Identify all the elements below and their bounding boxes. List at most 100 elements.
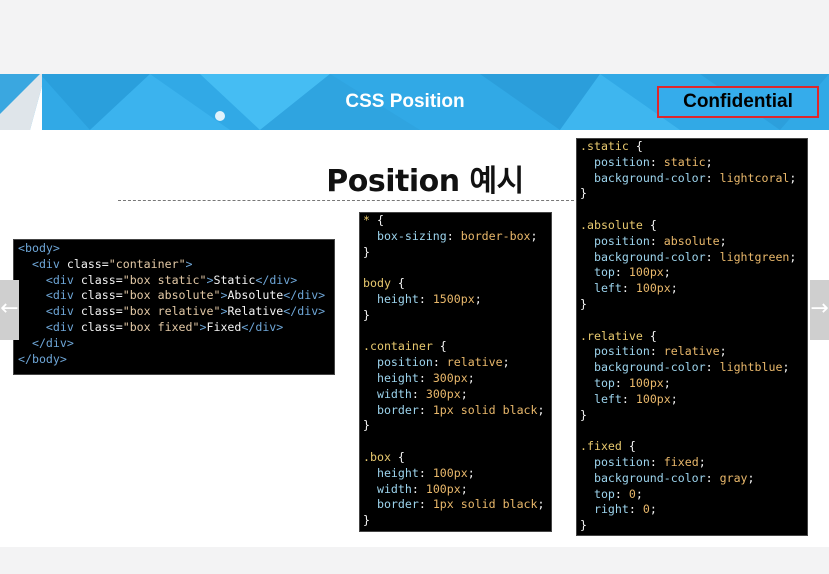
code-token: 1px solid black <box>432 497 538 512</box>
code-token: 100px <box>425 481 461 496</box>
code-token: { <box>439 339 447 354</box>
code-token: } <box>363 307 370 322</box>
code-token: } <box>580 518 587 533</box>
code-line: <body> <box>18 241 334 257</box>
code-line: </div> <box>18 336 334 352</box>
code-token: ; <box>782 360 790 375</box>
code-token: ; <box>705 154 713 169</box>
code-line: } <box>363 308 551 324</box>
code-line: .box { <box>363 450 551 466</box>
code-line: <div class="container"> <box>18 257 334 273</box>
code-line: } <box>363 513 551 529</box>
code-line: background-color: gray; <box>580 471 807 487</box>
code-token: : <box>418 402 433 417</box>
code-line: body { <box>363 276 551 292</box>
code-token: "box relative" <box>122 304 221 319</box>
code-token: class= <box>66 256 109 271</box>
code-token: box-sizing <box>363 228 447 243</box>
code-token: ; <box>789 249 797 264</box>
arrow-right-icon: → <box>810 296 829 321</box>
code-token: left <box>580 391 622 406</box>
code-token: ; <box>467 465 475 480</box>
code-line: } <box>580 518 807 534</box>
previous-slide-button[interactable]: ← <box>0 280 19 340</box>
code-line: position: static; <box>580 155 807 171</box>
code-token: </div> <box>18 335 74 350</box>
code-line: <div class="box static">Static</div> <box>18 273 334 289</box>
code-token: ; <box>460 481 468 496</box>
code-token: "box static" <box>122 272 207 287</box>
code-token: { <box>635 139 643 153</box>
code-token: ; <box>719 233 727 248</box>
code-token: background-color <box>580 249 706 264</box>
code-token: .container <box>363 339 440 354</box>
code-token: 300px <box>432 370 468 385</box>
code-token: } <box>580 296 587 311</box>
code-token: 100px <box>635 281 671 296</box>
code-token: height <box>363 465 419 480</box>
code-line: .relative { <box>580 329 807 345</box>
code-line: } <box>363 245 551 261</box>
code-token: { <box>649 328 657 343</box>
code-token: ; <box>460 386 468 401</box>
code-token: position <box>580 233 650 248</box>
code-token: class= <box>80 288 123 303</box>
code-line: .fixed { <box>580 439 807 455</box>
code-line: left: 100px; <box>580 281 807 297</box>
code-token: top <box>580 265 615 280</box>
code-token: width <box>363 386 412 401</box>
code-token: 100px <box>432 465 468 480</box>
code-token: position <box>580 454 650 469</box>
code-token: ; <box>537 402 545 417</box>
code-token: </div> <box>283 304 326 319</box>
code-token: Relative <box>227 304 284 319</box>
code-line: position: fixed; <box>580 455 807 471</box>
code-line: top: 100px; <box>580 265 807 281</box>
code-token: height <box>363 370 419 385</box>
code-token: <div <box>18 304 81 319</box>
code-token: : <box>446 228 461 243</box>
code-token: 100px <box>635 391 671 406</box>
code-line: <div class="box absolute">Absolute</div> <box>18 288 334 304</box>
next-slide-button[interactable]: → <box>810 280 829 340</box>
code-line: height: 100px; <box>363 466 551 482</box>
code-token: gray <box>719 470 748 485</box>
code-token: <div <box>18 256 67 271</box>
code-token: .box <box>363 449 398 464</box>
code-token: relative <box>663 344 720 359</box>
code-line: } <box>363 418 551 434</box>
code-token: background-color <box>580 360 706 375</box>
code-token: lightgreen <box>719 249 790 264</box>
code-token: : <box>411 481 426 496</box>
code-token: "box fixed" <box>122 319 200 334</box>
code-token: class= <box>80 272 123 287</box>
code-token: 100px <box>628 375 664 390</box>
code-line: left: 100px; <box>580 392 807 408</box>
code-token: : <box>614 486 629 501</box>
code-token: body <box>363 276 398 291</box>
code-token: 0 <box>628 486 636 501</box>
code-token: height <box>363 291 419 306</box>
page-curl-icon <box>0 74 42 130</box>
code-token: ; <box>719 344 727 359</box>
code-token: : <box>418 465 433 480</box>
code-token: { <box>376 213 384 227</box>
code-token: </div> <box>283 288 326 303</box>
code-token: top <box>580 375 615 390</box>
code-token: : <box>621 281 636 296</box>
code-token: <div <box>18 288 81 303</box>
code-token: ; <box>663 375 671 390</box>
slide-heading: Position 예시 <box>326 164 524 199</box>
code-token: { <box>628 439 636 454</box>
code-line: box-sizing: border-box; <box>363 229 551 245</box>
code-token: Absolute <box>227 288 284 303</box>
code-token: position <box>580 344 650 359</box>
code-token: left <box>580 281 622 296</box>
code-line: background-color: lightblue; <box>580 360 807 376</box>
code-token: } <box>580 186 587 201</box>
code-token: static <box>663 154 706 169</box>
